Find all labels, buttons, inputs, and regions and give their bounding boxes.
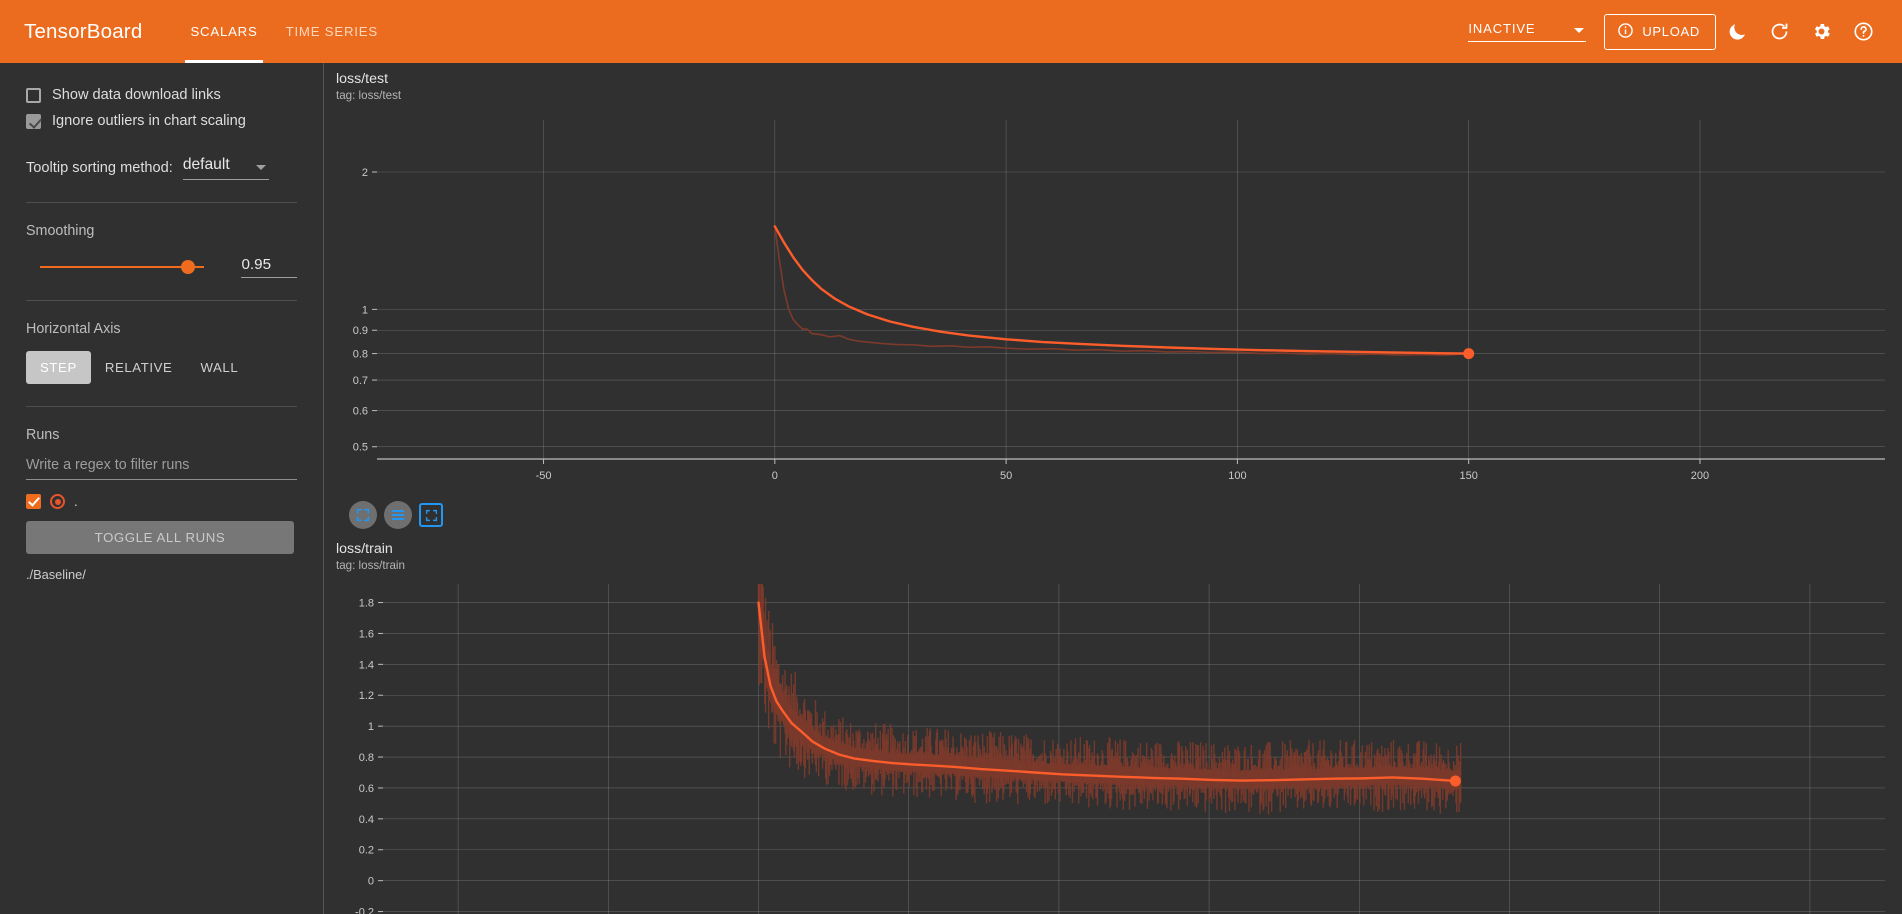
horizontal-axis-label: Horizontal Axis <box>26 321 121 337</box>
divider <box>26 202 297 203</box>
svg-text:1: 1 <box>368 721 374 733</box>
toggle-all-runs-button[interactable]: TOGGLE ALL RUNS <box>26 521 294 554</box>
slider-knob[interactable] <box>181 260 195 274</box>
data-table-icon[interactable] <box>384 501 412 529</box>
svg-text:0: 0 <box>368 876 374 888</box>
svg-text:0: 0 <box>772 470 778 482</box>
svg-text:1: 1 <box>362 304 368 316</box>
tooltip-sorting-row: Tooltip sorting method: default <box>26 156 297 180</box>
help-icon[interactable] <box>1842 11 1884 53</box>
smoothing-slider[interactable] <box>40 260 219 274</box>
axis-option-step[interactable]: STEP <box>26 351 91 384</box>
svg-text:1.6: 1.6 <box>359 628 374 640</box>
chart-card-loss-test: loss/test tag: loss/test 2 1 0.9 0.8 0.7 0.6 0… <box>325 63 1902 529</box>
svg-text:0.2: 0.2 <box>359 845 374 857</box>
svg-text:-50: -50 <box>536 470 552 482</box>
top-bar-actions: INACTIVE UPLOAD <box>1468 11 1902 53</box>
run-logdir-path: ./Baseline/ <box>26 567 86 582</box>
svg-text:0.4: 0.4 <box>359 814 374 826</box>
app-logo: TensorBoard <box>24 19 143 43</box>
svg-text:50: 50 <box>1000 470 1012 482</box>
chart-svg: 2 1 0.9 0.8 0.7 0.6 0.5 -50 0 50 100 150 200 <box>353 120 1885 482</box>
nav-tabs: SCALARS TIME SERIES <box>176 0 392 63</box>
info-icon <box>1617 22 1634 42</box>
tab-scalars[interactable]: SCALARS <box>176 0 271 63</box>
tensorboard-app: TensorBoard SCALARS TIME SERIES INACTIVE… <box>0 0 1902 914</box>
runs-filter-input[interactable]: Write a regex to filter runs <box>26 457 297 480</box>
svg-text:0.6: 0.6 <box>359 783 374 795</box>
status-dropdown[interactable]: INACTIVE <box>1468 21 1587 42</box>
svg-text:0.5: 0.5 <box>353 442 368 454</box>
fit-domain-icon[interactable] <box>419 503 443 527</box>
upload-button[interactable]: UPLOAD <box>1604 13 1716 50</box>
settings-sidebar: Show data download links Ignore outliers… <box>0 63 324 914</box>
run-color-swatch <box>50 494 65 509</box>
show-download-links-row[interactable]: Show data download links <box>26 82 297 108</box>
slider-track-remainder <box>195 266 204 268</box>
runs-label: Runs <box>26 427 60 443</box>
smoothing-row: 0.95 <box>26 256 297 278</box>
chart-subtitle: tag: loss/train <box>336 559 405 572</box>
smoothing-value-input[interactable]: 0.95 <box>241 256 297 278</box>
svg-text:2: 2 <box>362 167 368 179</box>
tab-time-series[interactable]: TIME SERIES <box>272 0 392 63</box>
chevron-down-icon <box>255 165 266 170</box>
horizontal-axis-group: STEP RELATIVE WALL <box>26 351 297 384</box>
chart-title: loss/train <box>336 541 393 557</box>
run-list-item[interactable]: . <box>26 494 297 509</box>
show-download-links-label: Show data download links <box>52 87 221 103</box>
settings-icon[interactable] <box>1800 11 1842 53</box>
reload-icon[interactable] <box>1758 11 1800 53</box>
svg-text:200: 200 <box>1691 470 1709 482</box>
svg-text:1.4: 1.4 <box>359 659 374 671</box>
ignore-outliers-label: Ignore outliers in chart scaling <box>52 113 246 129</box>
chart-title: loss/test <box>336 71 389 87</box>
show-download-links-checkbox[interactable] <box>26 87 41 103</box>
expand-icon[interactable] <box>349 501 377 529</box>
svg-text:100: 100 <box>1228 470 1246 482</box>
ignore-outliers-row[interactable]: Ignore outliers in chart scaling <box>26 108 297 134</box>
svg-text:0.6: 0.6 <box>353 406 368 418</box>
svg-text:-0.2: -0.2 <box>355 907 374 914</box>
svg-text:0.9: 0.9 <box>353 325 368 337</box>
run-checkbox[interactable] <box>26 494 41 509</box>
tooltip-sorting-label: Tooltip sorting method: <box>26 160 173 176</box>
svg-text:150: 150 <box>1460 470 1478 482</box>
chart-card-loss-train: loss/train tag: loss/train 1.8 1.6 1.4 1.2 1… <box>325 533 1902 914</box>
top-bar: TensorBoard SCALARS TIME SERIES INACTIVE… <box>0 0 1902 63</box>
chevron-down-icon <box>1574 28 1585 33</box>
tooltip-sorting-select[interactable]: default <box>182 156 269 180</box>
divider <box>26 300 297 301</box>
charts-panel: loss/test tag: loss/test 2 1 0.9 0.8 0.7 0.6 0… <box>325 63 1902 914</box>
chart-toolbar <box>325 501 1902 529</box>
divider <box>26 406 297 407</box>
slider-track-filled <box>40 266 188 268</box>
ignore-outliers-checkbox[interactable] <box>26 113 41 129</box>
axis-option-relative[interactable]: RELATIVE <box>91 351 187 384</box>
tooltip-sorting-value: default <box>182 156 230 173</box>
svg-text:1.8: 1.8 <box>359 598 374 610</box>
chart-subtitle: tag: loss/test <box>336 89 402 102</box>
upload-button-label: UPLOAD <box>1642 24 1700 39</box>
axis-option-wall[interactable]: WALL <box>186 351 252 384</box>
chart-plot-loss-train[interactable]: 1.81.61.41.210.80.60.40.20-0.2-1M-500k05… <box>325 572 1902 914</box>
chart-plot-loss-test[interactable]: 2 1 0.9 0.8 0.7 0.6 0.5 -50 0 50 100 150 200 <box>325 102 1902 497</box>
svg-text:0.8: 0.8 <box>353 349 368 361</box>
status-badge: INACTIVE <box>1468 21 1536 36</box>
svg-text:0.7: 0.7 <box>353 375 368 387</box>
chart-svg: 1.81.61.41.210.80.60.40.20-0.2-1M-500k05… <box>355 584 1885 914</box>
dark-mode-icon[interactable] <box>1716 11 1758 53</box>
svg-text:1.2: 1.2 <box>359 690 374 702</box>
svg-text:0.8: 0.8 <box>359 752 374 764</box>
run-name: . <box>74 494 78 509</box>
smoothing-label: Smoothing <box>26 223 95 239</box>
